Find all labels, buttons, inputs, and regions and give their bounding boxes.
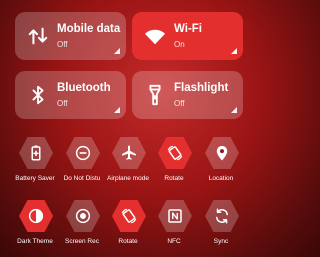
tile-status: Off xyxy=(57,40,68,49)
corner-indicator xyxy=(231,107,237,113)
tile-bluetooth[interactable]: Bluetooth Off xyxy=(15,71,126,119)
toggle-location[interactable]: Location xyxy=(195,136,247,186)
sync-icon xyxy=(216,208,228,224)
tile-status: On xyxy=(174,40,185,49)
do-not-disturb-icon xyxy=(75,145,91,161)
toggle-label: Sync xyxy=(213,238,229,245)
location-icon xyxy=(216,145,228,161)
quick-settings-panel: Mobile data Off Wi-Fi On Bluetooth Off F… xyxy=(0,0,257,257)
toggle-sync[interactable]: Sync xyxy=(195,199,247,249)
bluetooth-icon xyxy=(32,85,44,105)
tile-status: Off xyxy=(57,99,68,108)
rotate-icon xyxy=(167,145,183,161)
tile-mobile-data[interactable]: Mobile data Off xyxy=(15,12,126,60)
corner-indicator xyxy=(114,48,120,54)
wifi-icon xyxy=(144,29,166,45)
tile-name: Bluetooth xyxy=(57,82,111,94)
nfc-icon xyxy=(168,209,182,223)
corner-indicator xyxy=(231,48,237,54)
dark-theme-icon xyxy=(28,208,44,224)
tile-flashlight[interactable]: Flashlight Off xyxy=(132,71,243,119)
tile-name: Mobile data xyxy=(57,23,121,35)
tile-name: Flashlight xyxy=(174,82,229,94)
mobile-data-icon xyxy=(28,27,48,45)
tile-status: Off xyxy=(174,99,185,108)
airplane-icon xyxy=(122,145,136,160)
tile-wifi[interactable]: Wi-Fi On xyxy=(132,12,243,60)
rotate-icon xyxy=(121,208,137,224)
flashlight-icon xyxy=(149,84,161,106)
tile-name: Wi-Fi xyxy=(174,23,202,35)
battery-saver-icon xyxy=(31,145,41,161)
toggle-label: Location xyxy=(208,175,234,182)
corner-indicator xyxy=(114,107,120,113)
screen-record-icon xyxy=(75,208,91,224)
